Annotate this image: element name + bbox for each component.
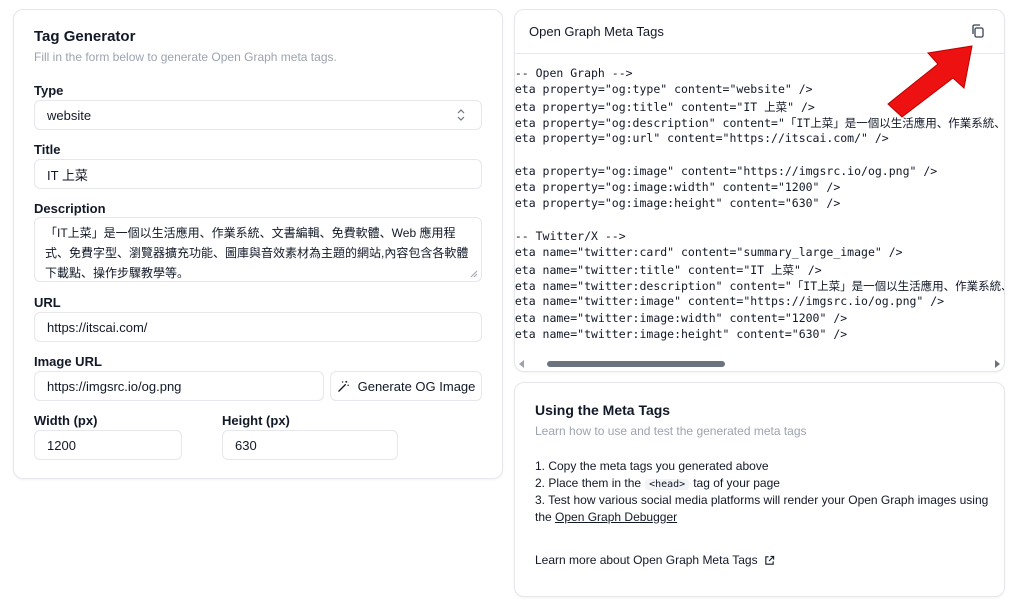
help-step-1: 1. Copy the meta tags you generated abov… bbox=[535, 459, 769, 473]
chevron-up-down-icon bbox=[457, 109, 465, 121]
help-step-2: 2. Place them in the <head> tag of your pa… bbox=[535, 476, 780, 490]
open-graph-debugger-link[interactable]: Open Graph Debugger bbox=[555, 510, 677, 524]
help-step-3-cont: the Open Graph Debugger bbox=[535, 510, 677, 524]
height-label: Height (px) bbox=[222, 413, 290, 428]
code-line: <meta name="twitter:card" content="summa… bbox=[515, 245, 903, 260]
width-label: Width (px) bbox=[34, 413, 98, 428]
code-block[interactable]: <!-- Open Graph --> <meta property="og:t… bbox=[515, 66, 1004, 356]
type-select-value: website bbox=[47, 107, 92, 123]
code-line: <meta property="og:type" content="websit… bbox=[515, 82, 813, 97]
image-url-label: Image URL bbox=[34, 354, 102, 369]
meta-tags-output-card: Open Graph Meta Tags <!-- Open Graph -->… bbox=[514, 9, 1005, 372]
code-line: <!-- Open Graph --> bbox=[515, 66, 633, 80]
horizontal-scrollbar[interactable] bbox=[515, 355, 1004, 371]
code-panel-header: Open Graph Meta Tags bbox=[515, 10, 1004, 54]
help-step-2-prefix: 2. Place them in the bbox=[535, 476, 642, 490]
code-panel-title: Open Graph Meta Tags bbox=[529, 24, 664, 39]
help-step-2-suffix: tag of your page bbox=[693, 476, 780, 490]
scroll-left-arrow-icon[interactable] bbox=[519, 360, 524, 368]
title-label: Title bbox=[34, 142, 61, 157]
form-title: Tag Generator bbox=[34, 28, 136, 45]
url-input-value: https://itscai.com/ bbox=[47, 319, 148, 335]
code-line: <meta name="twitter:image:width" content… bbox=[515, 310, 848, 325]
code-line: <meta property="og:description" content=… bbox=[515, 115, 1004, 130]
scroll-right-arrow-icon[interactable] bbox=[995, 360, 1000, 368]
help-step-3: 3. Test how various social media platfor… bbox=[535, 493, 989, 507]
code-line: <meta property="og:image:width" content=… bbox=[515, 180, 841, 195]
code-line: <meta property="og:title" content="IT 上菜… bbox=[515, 99, 815, 114]
help-subtitle: Learn how to use and test the generated … bbox=[535, 424, 807, 438]
code-line: <meta name="twitter:description" content… bbox=[515, 278, 1004, 293]
usage-help-card: Using the Meta Tags Learn how to use and… bbox=[514, 382, 1005, 597]
scrollbar-thumb[interactable] bbox=[547, 361, 725, 367]
code-line: <meta name="twitter:image:height" conten… bbox=[515, 326, 848, 341]
code-line: <meta property="og:image:height" content… bbox=[515, 196, 841, 211]
code-line: <meta property="og:url" content="https:/… bbox=[515, 131, 889, 146]
image-url-input[interactable]: https://imgsrc.io/og.png bbox=[34, 371, 324, 401]
height-input[interactable]: 630 bbox=[222, 430, 398, 460]
image-url-input-value: https://imgsrc.io/og.png bbox=[47, 378, 182, 394]
url-input[interactable]: https://itscai.com/ bbox=[34, 312, 482, 342]
type-label: Type bbox=[34, 83, 64, 98]
description-textarea[interactable]: 「IT上菜」是一個以生活應用、作業系統、文書編輯、免費軟體、Web 應用程式、免… bbox=[34, 217, 482, 282]
code-line: <meta property="og:image" content="https… bbox=[515, 163, 938, 178]
generate-og-image-label: Generate OG Image bbox=[357, 378, 476, 394]
title-input-value: IT 上菜 bbox=[47, 167, 88, 183]
learn-more-label: Learn more about Open Graph Meta Tags bbox=[535, 553, 758, 567]
title-input[interactable]: IT 上菜 bbox=[34, 159, 482, 189]
tag-generator-card: Tag Generator Fill in the form below to … bbox=[13, 9, 503, 479]
description-label: Description bbox=[34, 201, 106, 216]
code-line: <meta name="twitter:image" content="http… bbox=[515, 294, 945, 309]
generate-og-image-button[interactable]: Generate OG Image bbox=[330, 371, 482, 401]
resize-handle-icon[interactable] bbox=[470, 270, 478, 278]
width-input-value: 1200 bbox=[47, 437, 76, 453]
width-input[interactable]: 1200 bbox=[34, 430, 182, 460]
code-line: <!-- Twitter/X --> bbox=[515, 229, 626, 243]
description-textarea-value: 「IT上菜」是一個以生活應用、作業系統、文書編輯、免費軟體、Web 應用程式、免… bbox=[45, 226, 469, 280]
help-title: Using the Meta Tags bbox=[535, 402, 671, 418]
external-link-icon bbox=[764, 555, 774, 565]
head-tag-code: <head> bbox=[645, 479, 690, 490]
learn-more-link[interactable]: Learn more about Open Graph Meta Tags bbox=[535, 553, 775, 567]
help-step-3-prefix: the bbox=[535, 510, 552, 524]
form-subtitle: Fill in the form below to generate Open … bbox=[34, 50, 337, 64]
type-select[interactable]: website bbox=[34, 100, 482, 130]
copy-icon[interactable] bbox=[970, 23, 986, 39]
code-line: <meta name="twitter:title" content="IT 上… bbox=[515, 262, 822, 277]
magic-wand-icon bbox=[337, 380, 349, 392]
url-label: URL bbox=[34, 295, 61, 310]
height-input-value: 630 bbox=[235, 437, 257, 453]
